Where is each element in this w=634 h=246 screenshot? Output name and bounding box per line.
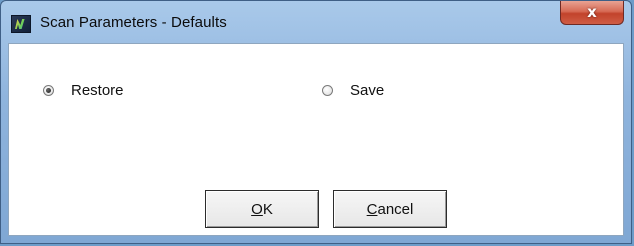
window-title: Scan Parameters - Defaults <box>40 14 227 31</box>
save-option[interactable]: Save <box>322 82 384 99</box>
close-icon: x <box>587 3 597 21</box>
dialog-window: Scan Parameters - Defaults x Restore Sav… <box>0 0 632 244</box>
ok-button[interactable]: OK <box>205 190 319 228</box>
dialog-client-area: Restore Save OK Cancel <box>8 43 624 236</box>
restore-label[interactable]: Restore <box>71 82 124 99</box>
cancel-button[interactable]: Cancel <box>333 190 447 228</box>
ok-label-rest: K <box>262 200 273 218</box>
save-label[interactable]: Save <box>350 82 384 99</box>
title-bar[interactable]: Scan Parameters - Defaults x <box>1 1 631 43</box>
restore-radio[interactable] <box>43 85 54 96</box>
app-logo-icon <box>11 15 31 33</box>
cancel-label-rest: ancel <box>377 200 414 218</box>
close-button[interactable]: x <box>560 1 624 25</box>
ok-mnemonic: O <box>251 200 263 218</box>
save-radio[interactable] <box>322 85 333 96</box>
restore-option[interactable]: Restore <box>43 82 124 99</box>
cancel-mnemonic: C <box>366 200 378 218</box>
